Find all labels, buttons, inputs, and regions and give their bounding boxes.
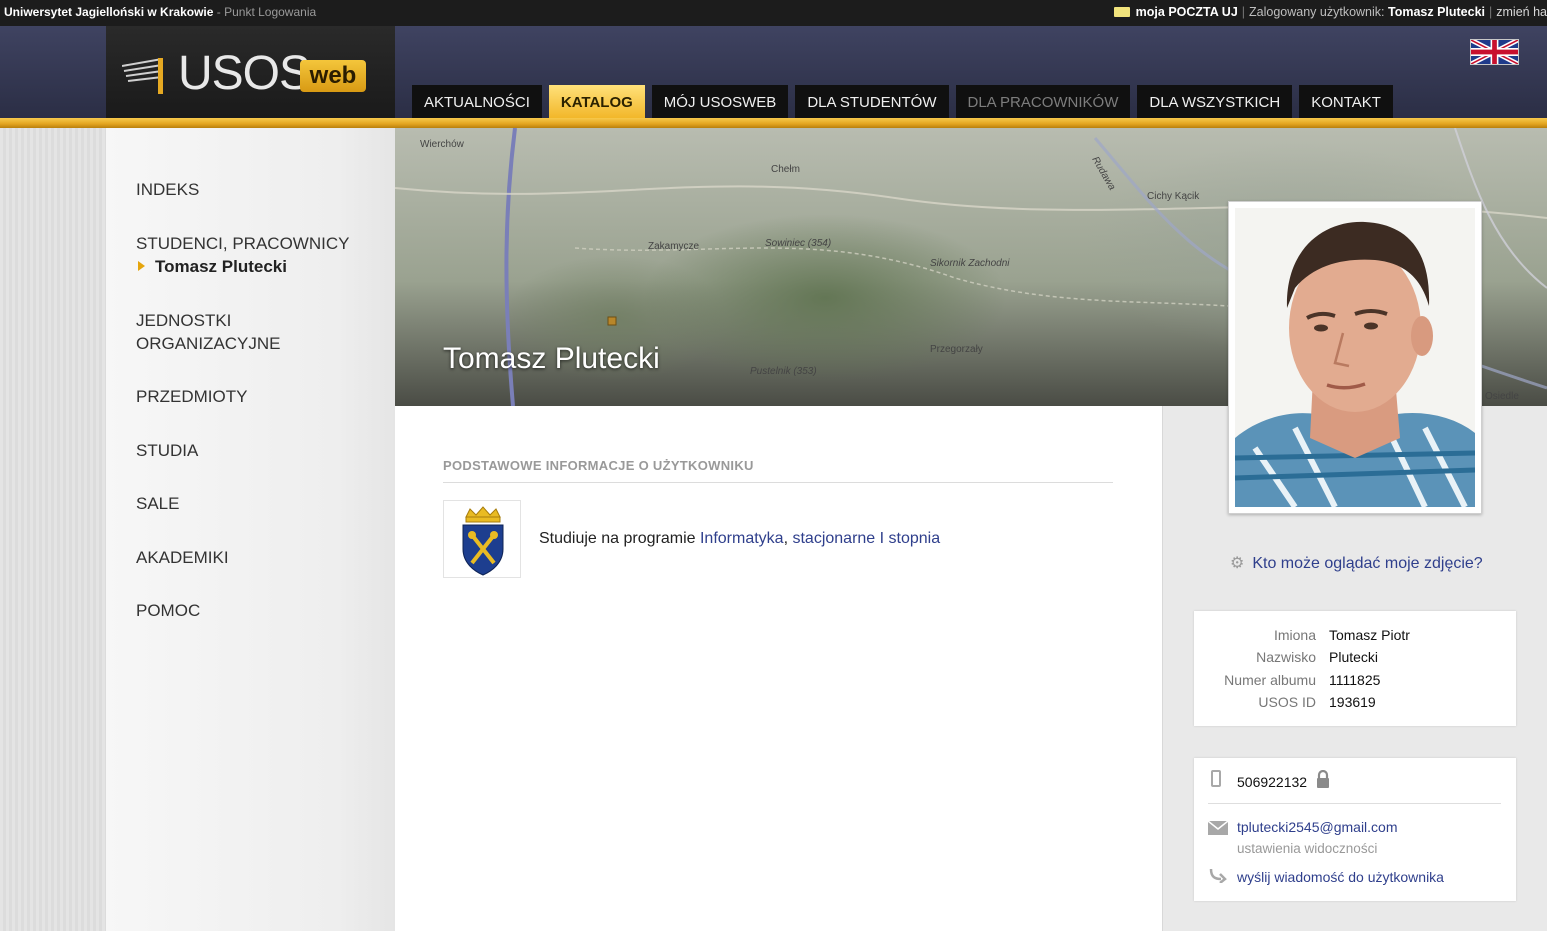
sidebar-item-sale[interactable]: SALE — [136, 492, 179, 515]
english-flag-icon[interactable] — [1470, 39, 1519, 65]
person-name-title: Tomasz Plutecki — [443, 342, 660, 375]
contact-card: 506922132 tplutecki2545@gmail.com ustawi… — [1194, 758, 1516, 901]
map-label: Cichy Kącik — [1147, 191, 1200, 202]
sidebar-item-przedmioty[interactable]: PRZEDMIOTY — [136, 385, 247, 408]
logo-usos-text: USOS — [178, 47, 311, 100]
current-arrow-icon — [138, 261, 145, 271]
sidebar-item-jednostki[interactable]: JEDNOSTKI ORGANIZACYJNE — [136, 309, 336, 355]
info-value: Tomasz Piotr — [1329, 627, 1410, 643]
map-label: Sowiniec (354) — [765, 238, 832, 249]
info-key: USOS ID — [1258, 694, 1316, 710]
site-header: USOS web AKTUALNOŚCI KATALOG MÓJ USOSWEB… — [0, 26, 1547, 118]
map-label: Osiedle — [1485, 391, 1519, 402]
visibility-settings-link[interactable]: ustawienia widoczności — [1237, 841, 1377, 856]
topbar-divider: | — [1489, 5, 1493, 19]
map-label: Sikornik Zachodni — [930, 258, 1010, 269]
topbar-right: moja POCZTA UJ | Zalogowany użytkownik: To… — [1113, 5, 1547, 19]
header-gold-strip — [0, 118, 1547, 128]
profile-photo-frame — [1228, 201, 1482, 514]
topbar-divider: | — [1241, 5, 1246, 19]
info-key: Numer albumu — [1224, 672, 1316, 688]
nav-dla-wszystkich[interactable]: DLA WSZYSTKICH — [1137, 85, 1293, 118]
profile-photo — [1235, 208, 1475, 507]
main-nav: AKTUALNOŚCI KATALOG MÓJ USOSWEB DLA STUD… — [412, 85, 1400, 118]
section-title: PODSTAWOWE INFORMACJE O UŻYTKOWNIKU — [443, 458, 1113, 483]
gear-icon: ⚙ — [1230, 555, 1245, 572]
sidebar-item-akademiki[interactable]: AKADEMIKI — [136, 546, 229, 569]
email-link[interactable]: tplutecki2545@gmail.com — [1237, 819, 1398, 835]
info-value: 193619 — [1329, 694, 1376, 710]
info-row-usos-id: USOS ID 193619 — [1194, 694, 1516, 716]
info-value: 1111825 — [1329, 672, 1381, 688]
send-message-link[interactable]: wyślij wiadomość do użytkownika — [1237, 869, 1444, 885]
top-bar: Uniwersytet Jagielloński w Krakowie - Pu… — [0, 0, 1547, 26]
topbar-separator: - — [213, 5, 225, 19]
page-side-background — [0, 128, 106, 931]
nav-kontakt[interactable]: KONTAKT — [1299, 85, 1393, 118]
university-crest — [443, 500, 521, 578]
sidebar-current-person[interactable]: Tomasz Plutecki — [138, 257, 287, 277]
main-content: PODSTAWOWE INFORMACJE O UŻYTKOWNIKU Stud… — [395, 406, 1162, 931]
sidebar-item-studia[interactable]: STUDIA — [136, 439, 198, 462]
nav-dla-studentow[interactable]: DLA STUDENTÓW — [795, 85, 949, 118]
info-row-imiona: Imiona Tomasz Piotr — [1194, 627, 1516, 649]
map-label: Przegorzały — [930, 344, 983, 355]
nav-aktualnosci[interactable]: AKTUALNOŚCI — [412, 85, 542, 118]
sidebar: INDEKS STUDENCI, PRACOWNICY Tomasz Plute… — [106, 128, 395, 931]
sidebar-item-pomoc[interactable]: POMOC — [136, 599, 200, 622]
program-link-stacjonarne[interactable]: stacjonarne I stopnia — [792, 530, 940, 547]
logged-user-label: Zalogowany użytkownik: — [1249, 5, 1385, 19]
topbar-left: Uniwersytet Jagielloński w Krakowie - Pu… — [4, 5, 316, 19]
info-row-nazwisko: Nazwisko Plutecki — [1194, 649, 1516, 671]
send-arrow-icon — [1209, 868, 1227, 883]
info-card: Imiona Tomasz Piotr Nazwisko Plutecki Nu… — [1194, 611, 1516, 726]
usosweb-logo[interactable]: USOS web — [106, 26, 395, 118]
person-photo-image — [1235, 208, 1475, 507]
contact-divider — [1208, 803, 1501, 804]
nav-dla-pracownikow[interactable]: DLA PRACOWNIKÓW — [955, 85, 1131, 118]
program-prefix: Studiuje na programie — [539, 530, 700, 547]
mail-icon — [1208, 821, 1228, 835]
login-point-label: Punkt Logowania — [224, 5, 317, 19]
photo-visibility-link[interactable]: ⚙ Kto może oglądać moje zdjęcie? — [1230, 553, 1483, 573]
map-label: Zakamycze — [648, 241, 700, 252]
crest-icon — [462, 506, 504, 576]
sidebar-item-studenci-pracownicy[interactable]: STUDENCI, PRACOWNICY — [136, 232, 349, 255]
phone-number: 506922132 — [1237, 774, 1308, 790]
logo-web-badge: web — [300, 60, 366, 92]
mail-link[interactable]: moja POCZTA UJ — [1136, 5, 1238, 19]
info-row-numer-albumu: Numer albumu 1111825 — [1194, 672, 1516, 694]
lock-icon[interactable] — [1316, 770, 1330, 788]
nav-katalog[interactable]: KATALOG — [548, 85, 645, 118]
logged-user-name[interactable]: Tomasz Plutecki — [1388, 5, 1485, 19]
info-key: Imiona — [1273, 627, 1316, 643]
map-label: Wierchów — [420, 139, 464, 150]
phone-icon — [1211, 770, 1221, 787]
logo-stripes-icon — [122, 58, 163, 94]
map-label: Chełm — [771, 164, 800, 175]
photo-visibility-label: Kto może oglądać moje zdjęcie? — [1252, 555, 1483, 572]
map-label: Pustelnik (353) — [750, 366, 817, 377]
info-key: Nazwisko — [1256, 649, 1316, 665]
program-link-informatyka[interactable]: Informatyka — [700, 530, 784, 547]
program-info: Studiuje na programie Informatyka, stacj… — [539, 530, 940, 548]
change-password-link[interactable]: zmień ha — [1496, 5, 1547, 19]
mail-envelope-icon — [1113, 7, 1130, 17]
sidebar-item-indeks[interactable]: INDEKS — [136, 178, 199, 201]
info-value: Plutecki — [1329, 649, 1379, 665]
sidebar-current-person-label: Tomasz Plutecki — [155, 257, 287, 276]
nav-moj-usosweb[interactable]: MÓJ USOSWEB — [651, 85, 789, 118]
university-name: Uniwersytet Jagielloński w Krakowie — [4, 5, 214, 19]
